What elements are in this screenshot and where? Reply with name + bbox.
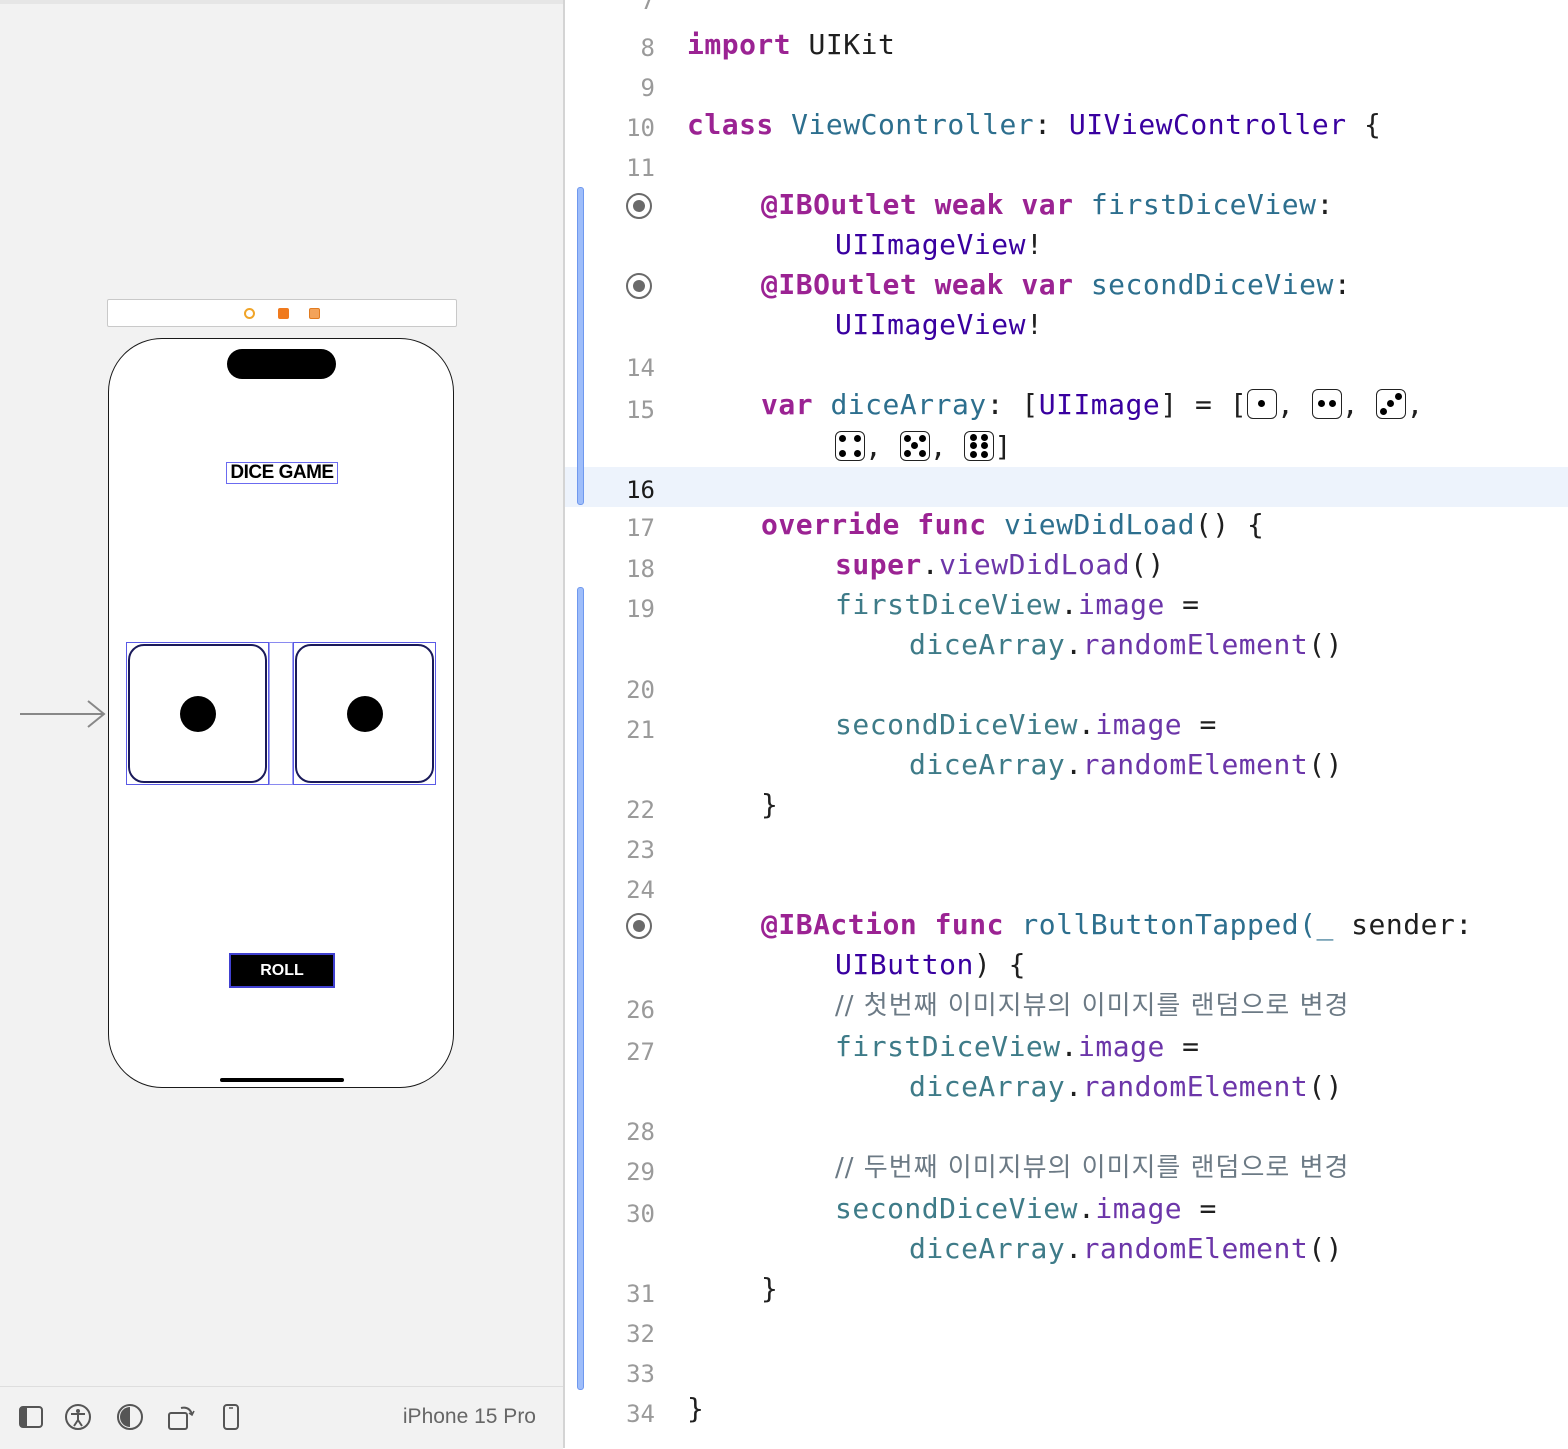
line-number: 33 xyxy=(626,1360,655,1388)
rotate-icon[interactable] xyxy=(167,1403,195,1431)
dice-pip xyxy=(179,695,216,732)
line-number: 34 xyxy=(626,1400,655,1428)
dice-game-title-label[interactable]: DICE GAME xyxy=(226,462,338,484)
line-number: 11 xyxy=(626,154,655,182)
stack-view-spacing xyxy=(269,642,293,785)
dynamic-island xyxy=(227,349,336,379)
code-line[interactable]: firstDiceView.image = xyxy=(835,587,1200,623)
code-line[interactable]: var diceArray: [UIImage] = [, , , xyxy=(761,387,1424,423)
code-line[interactable]: firstDiceView.image = xyxy=(835,1029,1200,1065)
line-number: 15 xyxy=(626,396,655,424)
view-controller-icon[interactable] xyxy=(244,308,255,319)
dice-one-icon xyxy=(128,644,267,783)
exit-icon[interactable] xyxy=(309,308,320,319)
line-number: 16 xyxy=(626,476,655,504)
accessibility-icon[interactable] xyxy=(64,1403,92,1431)
code-line[interactable]: } xyxy=(687,1391,704,1427)
code-line[interactable]: } xyxy=(761,1271,778,1307)
code-line[interactable]: override func viewDidLoad() { xyxy=(761,507,1264,543)
line-number: 24 xyxy=(626,876,655,904)
line-number: 18 xyxy=(626,555,655,583)
sidebar-icon[interactable] xyxy=(17,1403,45,1431)
first-dice-image-view[interactable] xyxy=(126,642,269,785)
dice-pip xyxy=(346,695,383,732)
line-number: 30 xyxy=(626,1200,655,1228)
code-line[interactable]: UIImageView! xyxy=(835,307,1043,343)
dice-three-icon xyxy=(1376,389,1407,419)
code-line[interactable]: , , ] xyxy=(835,429,1012,465)
line-number: 10 xyxy=(626,114,655,142)
line-number: 9 xyxy=(640,74,655,102)
current-line-highlight xyxy=(565,467,1568,507)
code-line[interactable]: diceArray.randomElement() xyxy=(909,627,1343,663)
code-line[interactable]: diceArray.randomElement() xyxy=(909,1069,1343,1105)
code-line[interactable]: secondDiceView.image = xyxy=(835,1191,1217,1227)
code-line[interactable]: @IBOutlet weak var secondDiceView: xyxy=(761,267,1351,303)
line-number: 20 xyxy=(626,676,655,704)
first-responder-icon[interactable] xyxy=(278,308,289,319)
code-line[interactable]: import UIKit xyxy=(687,27,895,63)
canvas-bottom-toolbar: iPhone 15 Pro xyxy=(0,1386,563,1449)
line-number: 17 xyxy=(626,514,655,542)
home-indicator xyxy=(220,1078,344,1082)
code-line[interactable]: UIButton) { xyxy=(835,947,1026,983)
change-bar[interactable] xyxy=(577,587,584,1390)
line-number: 21 xyxy=(626,716,655,744)
second-dice-image-view[interactable] xyxy=(293,642,436,785)
outlet-connection-icon[interactable] xyxy=(626,193,652,219)
line-number: 31 xyxy=(626,1280,655,1308)
action-connection-icon[interactable] xyxy=(626,913,652,939)
entry-point-arrow-icon[interactable] xyxy=(20,700,108,730)
outlet-connection-icon[interactable] xyxy=(626,273,652,299)
code-line[interactable]: @IBOutlet weak var firstDiceView: xyxy=(761,187,1334,223)
line-number: 22 xyxy=(626,796,655,824)
code-line[interactable]: @IBAction func rollButtonTapped(_ sender… xyxy=(761,907,1473,943)
code-comment[interactable]: // 두번째 이미지뷰의 이미지를 랜덤으로 변경 xyxy=(835,1149,1349,1186)
dice-four-icon xyxy=(835,431,865,461)
code-line[interactable]: } xyxy=(761,787,778,823)
dice-six-icon xyxy=(964,431,995,461)
code-line[interactable]: diceArray.randomElement() xyxy=(909,1231,1343,1267)
code-line[interactable]: diceArray.randomElement() xyxy=(909,747,1343,783)
line-number: 29 xyxy=(626,1158,655,1186)
line-number: 26 xyxy=(626,996,655,1024)
line-number: 7 xyxy=(640,0,655,15)
line-number: 14 xyxy=(626,354,655,382)
dice-five-icon xyxy=(899,431,930,461)
change-bar[interactable] xyxy=(577,187,584,505)
line-number: 23 xyxy=(626,836,655,864)
code-line[interactable]: UIImageView! xyxy=(835,227,1043,263)
dice-one-icon xyxy=(1247,389,1278,419)
dice-one-icon xyxy=(295,644,434,783)
line-number: 27 xyxy=(626,1038,655,1066)
line-number: 28 xyxy=(626,1118,655,1146)
code-line[interactable]: super.viewDidLoad() xyxy=(835,547,1165,583)
device-icon[interactable] xyxy=(217,1403,245,1431)
code-line[interactable]: secondDiceView.image = xyxy=(835,707,1217,743)
code-editor[interactable]: 7 8 9 10 11 14 15 16 17 18 19 20 21 22 2… xyxy=(565,0,1568,1448)
line-number: 8 xyxy=(640,34,655,62)
line-number: 19 xyxy=(626,595,655,623)
roll-button[interactable]: ROLL xyxy=(229,953,335,988)
iphone-scene[interactable]: DICE GAME ROLL xyxy=(108,338,454,1088)
dice-two-icon xyxy=(1311,389,1342,419)
device-name-label[interactable]: iPhone 15 Pro xyxy=(403,1403,536,1431)
code-comment[interactable]: // 첫번째 이미지뷰의 이미지를 랜덤으로 변경 xyxy=(835,987,1349,1024)
scene-dock[interactable] xyxy=(107,299,457,327)
appearance-icon[interactable] xyxy=(116,1403,144,1431)
line-number: 32 xyxy=(626,1320,655,1348)
code-line[interactable]: class ViewController: UIViewController { xyxy=(687,107,1381,143)
